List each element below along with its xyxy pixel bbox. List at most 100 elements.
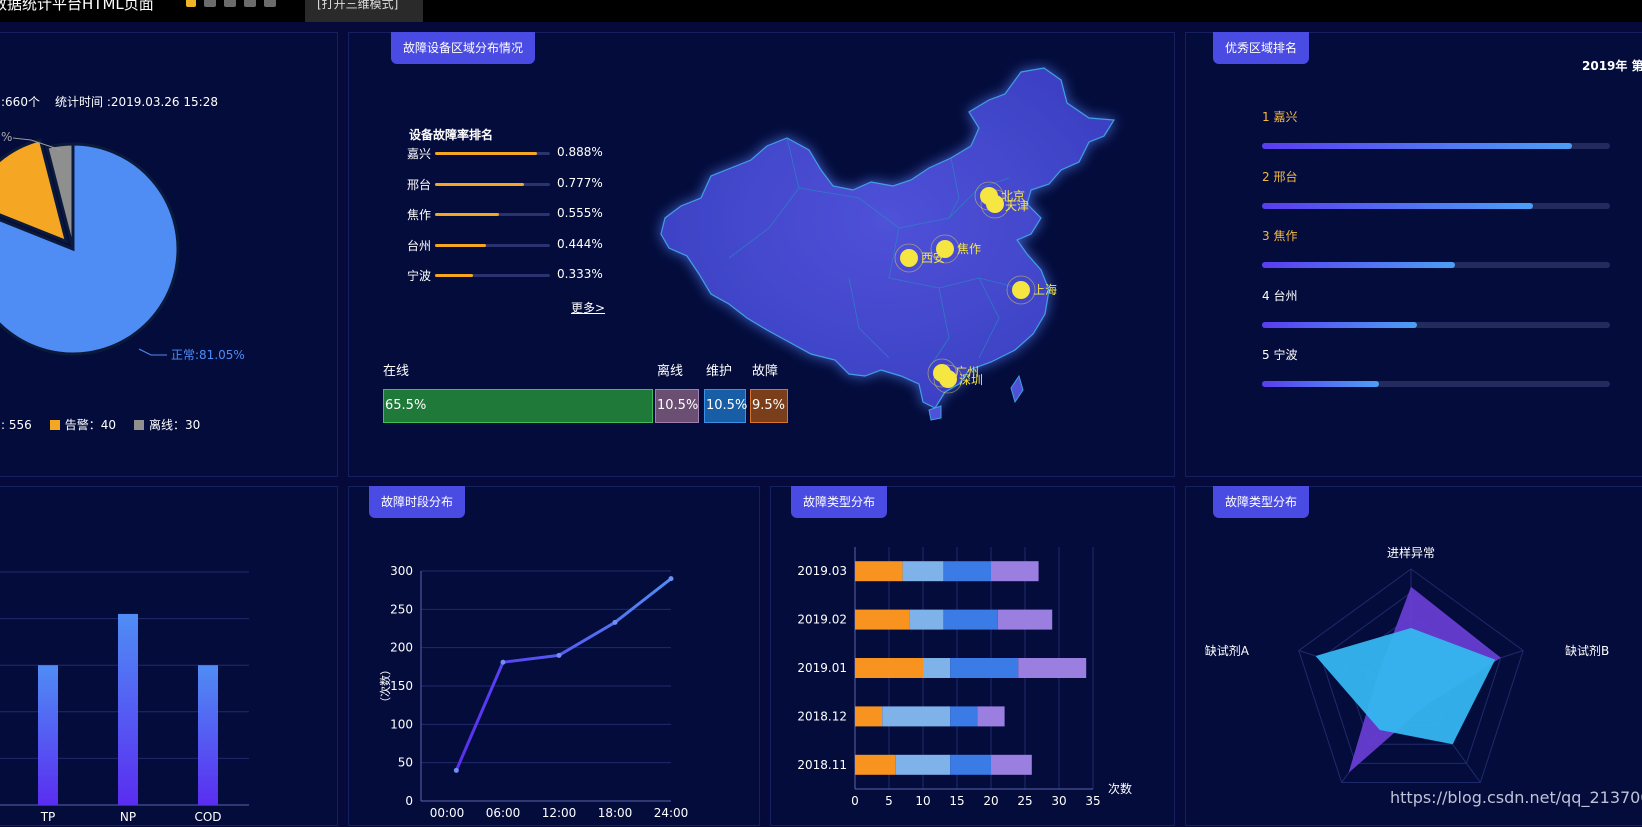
data-point[interactable] <box>668 576 674 582</box>
rank-bar-fill <box>435 152 538 155</box>
rank-city: 台州 <box>407 238 432 253</box>
rank-bar-track <box>435 213 550 216</box>
excellent-label: 2 邢台 <box>1262 169 1298 184</box>
legend-item[interactable]: 告警：40 <box>49 416 117 433</box>
open-3d-mode-tab[interactable]: [打开三维模式] <box>305 0 423 22</box>
rank-city: 宁波 <box>407 269 432 283</box>
x-tick-label: 5 <box>885 794 893 808</box>
excellent-bar-fill <box>1262 143 1572 149</box>
x-tick-label: TP <box>40 810 56 824</box>
legend-item[interactable]: 离线：30 <box>134 416 200 433</box>
y-tick-label: 2019.03 <box>797 564 847 578</box>
topbar-icons <box>186 0 276 7</box>
y-tick-label: 0 <box>405 794 413 808</box>
bar-COD[interactable] <box>198 665 218 805</box>
x-axis-label: 次数 <box>1108 781 1132 796</box>
city-label: 焦作 <box>957 242 981 256</box>
city-label: 天津 <box>1005 199 1029 213</box>
x-tick-label: 06:00 <box>486 806 521 820</box>
x-tick-label: NP <box>120 810 136 824</box>
hainan-shape <box>928 405 942 421</box>
panel-title: 故障设备区域分布情况 <box>391 32 536 64</box>
x-tick-label: 20 <box>983 794 998 808</box>
data-point[interactable] <box>453 767 459 773</box>
city-marker[interactable] <box>939 370 957 388</box>
stacked-segment[interactable] <box>997 609 1053 630</box>
stacked-segment[interactable] <box>943 561 991 582</box>
rank-value: 0.555% <box>557 206 603 220</box>
excellent-bar-fill <box>1262 202 1534 209</box>
stacked-segment[interactable] <box>943 609 998 630</box>
y-tick-label: 300 <box>390 564 413 578</box>
legend-label: 告警：40 <box>64 418 117 432</box>
x-tick-label: 25 <box>1017 794 1032 808</box>
data-point[interactable] <box>500 659 506 665</box>
stacked-segment[interactable] <box>855 658 923 678</box>
x-tick-label: 30 <box>1051 794 1066 808</box>
stacked-segment[interactable] <box>950 706 978 727</box>
stacked-segment[interactable] <box>991 561 1039 582</box>
rank-bar-fill <box>435 213 499 216</box>
pie-legend: : 556 告警：40 离线：30 <box>1 416 200 433</box>
stacked-segment[interactable] <box>855 561 903 582</box>
rank-row: 嘉兴 0.888% <box>407 145 607 165</box>
stacked-segment[interactable] <box>895 754 951 775</box>
stacked-segment[interactable] <box>855 754 896 775</box>
stacked-segment[interactable] <box>909 609 944 630</box>
data-point[interactable] <box>556 652 562 658</box>
city-marker[interactable] <box>986 195 1004 213</box>
more-link[interactable]: 更多> <box>571 299 605 316</box>
excellent-label: 1 嘉兴 <box>1262 110 1298 124</box>
city-marker[interactable] <box>936 240 954 258</box>
y-tick-label: 150 <box>390 679 413 693</box>
phone-icon[interactable] <box>244 0 256 7</box>
y-tick-label: 2019.02 <box>797 613 847 627</box>
stacked-segment[interactable] <box>882 706 951 727</box>
bar-TP[interactable] <box>38 665 58 805</box>
excellent-bar-fill <box>1262 381 1379 387</box>
rank-row: 宁波 0.333% <box>407 267 607 287</box>
excellent-label: 5 宁波 <box>1262 348 1298 362</box>
city-marker[interactable] <box>1012 281 1030 299</box>
city-marker[interactable] <box>900 249 918 267</box>
panel-title: 优秀区域排名 <box>1213 32 1310 64</box>
x-tick-label: 15 <box>949 794 964 808</box>
rank-value: 0.444% <box>557 236 603 251</box>
rank-value: 0.777% <box>557 175 603 190</box>
legend-label: 离线：30 <box>149 418 201 432</box>
x-tick-label: 00:00 <box>430 806 465 820</box>
status-pie-chart: % 正常:81.05% <box>0 130 245 362</box>
stacked-segment[interactable] <box>950 754 991 775</box>
stacked-segment[interactable] <box>923 658 951 678</box>
x-tick-label: 10 <box>915 794 930 808</box>
city-label: 深圳 <box>959 373 983 387</box>
panel-fault-region: 故障设备区域分布情况 设备故障率排名 嘉兴 0.888% 邢台 0.777% 焦作 0.5… <box>348 32 1175 477</box>
rank-bar-track <box>435 243 550 247</box>
y-tick-label: 200 <box>390 641 413 655</box>
y-tick-label: 50 <box>398 756 413 770</box>
stacked-segment[interactable] <box>991 754 1032 775</box>
tablet-icon[interactable] <box>204 0 216 7</box>
stacked-segment[interactable] <box>1018 658 1087 678</box>
x-tick-label: 18:00 <box>598 806 633 820</box>
stacked-segment[interactable] <box>950 658 1019 678</box>
x-tick-label: COD <box>194 810 221 824</box>
stacked-segment[interactable] <box>855 706 883 727</box>
rank-value: 0.333% <box>557 267 603 281</box>
bell-icon[interactable] <box>186 0 196 7</box>
mail-icon[interactable] <box>264 0 276 7</box>
legend-item[interactable]: : 556 <box>1 416 32 433</box>
data-point[interactable] <box>612 619 618 625</box>
stacked-segment[interactable] <box>855 609 910 630</box>
bar-NP[interactable] <box>118 613 138 805</box>
stacked-segment[interactable] <box>977 706 1005 727</box>
monitor-icon[interactable] <box>224 0 236 7</box>
rank-bar-track <box>435 152 550 155</box>
stacked-segment[interactable] <box>902 561 944 582</box>
excellent-bar-fill <box>1262 321 1417 328</box>
panel-water-quality-bar: TP NP COD <box>0 486 338 826</box>
rank-bar-fill <box>435 274 474 277</box>
x-tick-label: 24:00 <box>654 806 689 820</box>
y-axis-label: （次数） <box>378 664 392 708</box>
rank-city: 焦作 <box>407 208 432 222</box>
